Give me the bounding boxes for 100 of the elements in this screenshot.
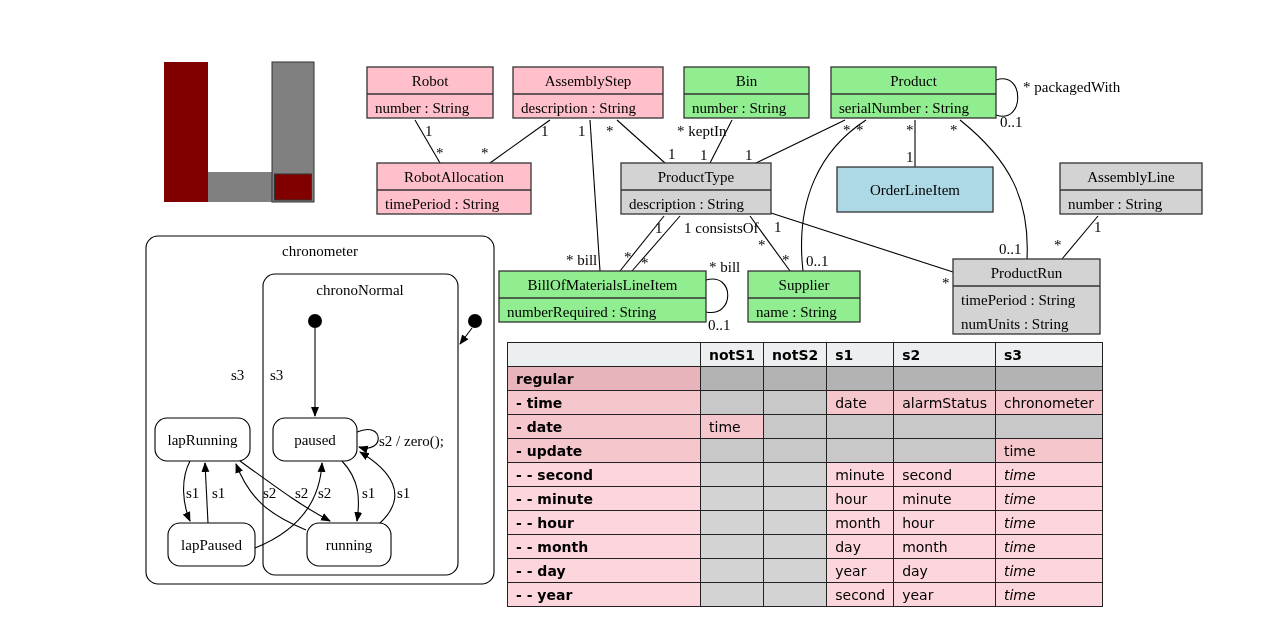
transition-label: s2 / zero(); <box>379 433 444 449</box>
column-header: notS2 <box>763 342 827 367</box>
table-cell: alarmStatus <box>893 390 996 415</box>
multiplicity-label: 1 <box>700 147 708 163</box>
multiplicity-label: 1 <box>541 123 549 139</box>
class-name: Supplier <box>778 277 830 293</box>
multiplicity-label: 1 <box>668 146 676 162</box>
association-line <box>616 119 666 164</box>
table-cell: time <box>995 438 1103 463</box>
class-name: AssemblyLine <box>1087 169 1175 185</box>
composite-state-title: chronometer <box>282 243 358 259</box>
table-cell: time <box>995 462 1103 487</box>
multiplicity-label: * <box>950 122 958 138</box>
table-cell: time <box>995 486 1103 511</box>
multiplicity-label: 0..1 <box>708 317 731 333</box>
multiplicity-label: * bill <box>709 259 741 275</box>
association-line <box>631 215 681 272</box>
row-header: - - minute <box>507 486 701 511</box>
multiplicity-label: 0..1 <box>1000 114 1023 130</box>
multiplicity-label: 1 <box>655 220 663 236</box>
transition-arrow <box>235 463 307 531</box>
class-name: Robot <box>411 73 449 89</box>
multiplicity-label: 0..1 <box>999 241 1022 257</box>
class-attribute: name : String <box>756 304 837 320</box>
multiplicity-label: * <box>481 145 489 161</box>
multiplicity-label: * <box>942 275 950 291</box>
class-attribute: description : String <box>629 196 744 212</box>
association-line <box>914 119 916 168</box>
association-line <box>619 215 665 272</box>
multiplicity-label: * <box>641 255 649 271</box>
column-header: s1 <box>826 342 894 367</box>
class-name: ProductRun <box>990 265 1063 281</box>
column-header: notS1 <box>700 342 764 367</box>
multiplicity-label: 1 <box>774 219 782 235</box>
multiplicity-label: * bill <box>566 252 598 268</box>
multiplicity-label: * <box>1054 237 1062 253</box>
table-cell: time <box>995 582 1103 607</box>
multiplicity-label: * <box>906 122 914 138</box>
row-header: - - month <box>507 534 701 559</box>
class-name: BillOfMaterialsLineItem <box>527 277 678 293</box>
row-header: - date <box>507 414 701 439</box>
multiplicity-label: * keptIn <box>677 123 727 139</box>
transition-label: s1 <box>362 485 376 501</box>
class-name: AssemblyStep <box>544 73 632 89</box>
row-header: regular <box>507 366 701 391</box>
class-attribute: timePeriod : String <box>961 292 1076 308</box>
transition-label: s3 <box>270 367 284 383</box>
multiplicity-label: 1 <box>906 149 914 165</box>
class-attribute: description : String <box>521 100 636 116</box>
transition-label: s2 <box>295 485 309 501</box>
column-header: s3 <box>995 342 1103 367</box>
transition-arrow <box>201 462 210 524</box>
region-title: chronoNormal <box>316 282 404 298</box>
row-header: - - year <box>507 582 701 607</box>
transition-label: s2 <box>263 485 277 501</box>
transition-label: s2 <box>318 485 332 501</box>
class-attribute: numberRequired : String <box>507 304 657 320</box>
class-name: ProductType <box>657 169 735 185</box>
state-name: lapPaused <box>181 537 242 553</box>
association-line <box>995 78 1019 117</box>
row-header: - - hour <box>507 510 701 535</box>
multiplicity-label: 1 <box>1094 219 1102 235</box>
table-cell: day <box>893 558 996 583</box>
class-attribute: number : String <box>692 100 787 116</box>
multiplicity-label: 1 <box>425 123 433 139</box>
multiplicity-label: 0..1 <box>806 253 829 269</box>
class-name: OrderLineItem <box>870 182 960 198</box>
state-name: paused <box>294 432 336 448</box>
multiplicity-label: 1 consistsOf <box>684 220 759 236</box>
multiplicity-label: * <box>606 123 614 139</box>
column-header: s2 <box>893 342 996 367</box>
table-cell: time <box>995 558 1103 583</box>
class-attribute: number : String <box>375 100 470 116</box>
class-attribute: serialNumber : String <box>839 100 969 116</box>
table-cell: month <box>893 534 996 559</box>
row-header: - - second <box>507 462 701 487</box>
initial-state-marker <box>308 314 322 328</box>
association-line <box>705 278 729 314</box>
multiplicity-label: 1 <box>578 123 586 139</box>
multiplicity-label: * <box>436 145 444 161</box>
class-attribute: number : String <box>1068 196 1163 212</box>
class-name: RobotAllocation <box>404 169 504 185</box>
multiplicity-label: * <box>624 249 632 265</box>
association-line <box>1061 215 1099 260</box>
association-line <box>489 119 551 164</box>
multiplicity-label: * <box>782 252 790 268</box>
transition-label: s3 <box>231 367 245 383</box>
row-header: - update <box>507 438 701 463</box>
transition-label: s1 <box>186 485 200 501</box>
row-header: - time <box>507 390 701 415</box>
initial-state-marker <box>468 314 482 328</box>
association-line <box>414 119 441 164</box>
state-name: running <box>325 537 373 553</box>
multiplicity-label: * <box>856 122 864 138</box>
state-name: lapRunning <box>167 432 238 448</box>
table-cell: year <box>893 582 996 607</box>
table-cell: hour <box>893 510 996 535</box>
transition-label: s1 <box>397 485 411 501</box>
multiplicity-label: 1 <box>745 147 753 163</box>
transition-arrow <box>459 327 473 345</box>
